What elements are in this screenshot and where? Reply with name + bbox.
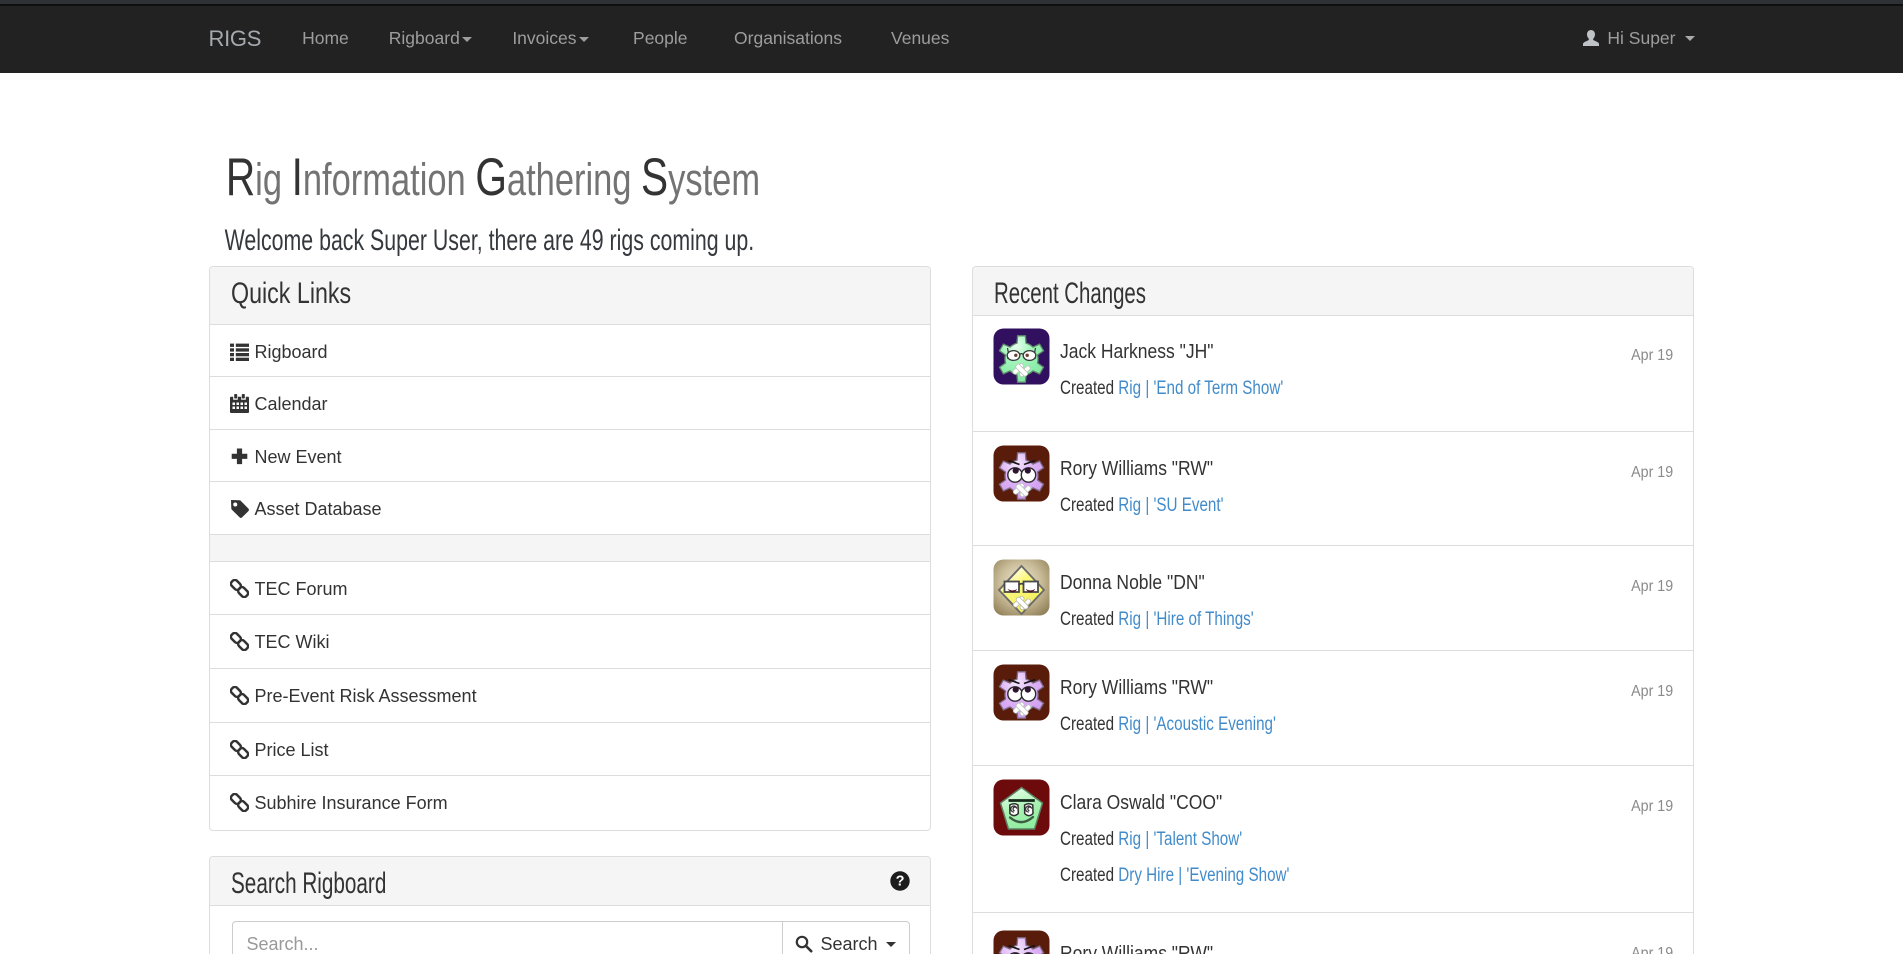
svg-text:?: ? xyxy=(895,874,904,890)
